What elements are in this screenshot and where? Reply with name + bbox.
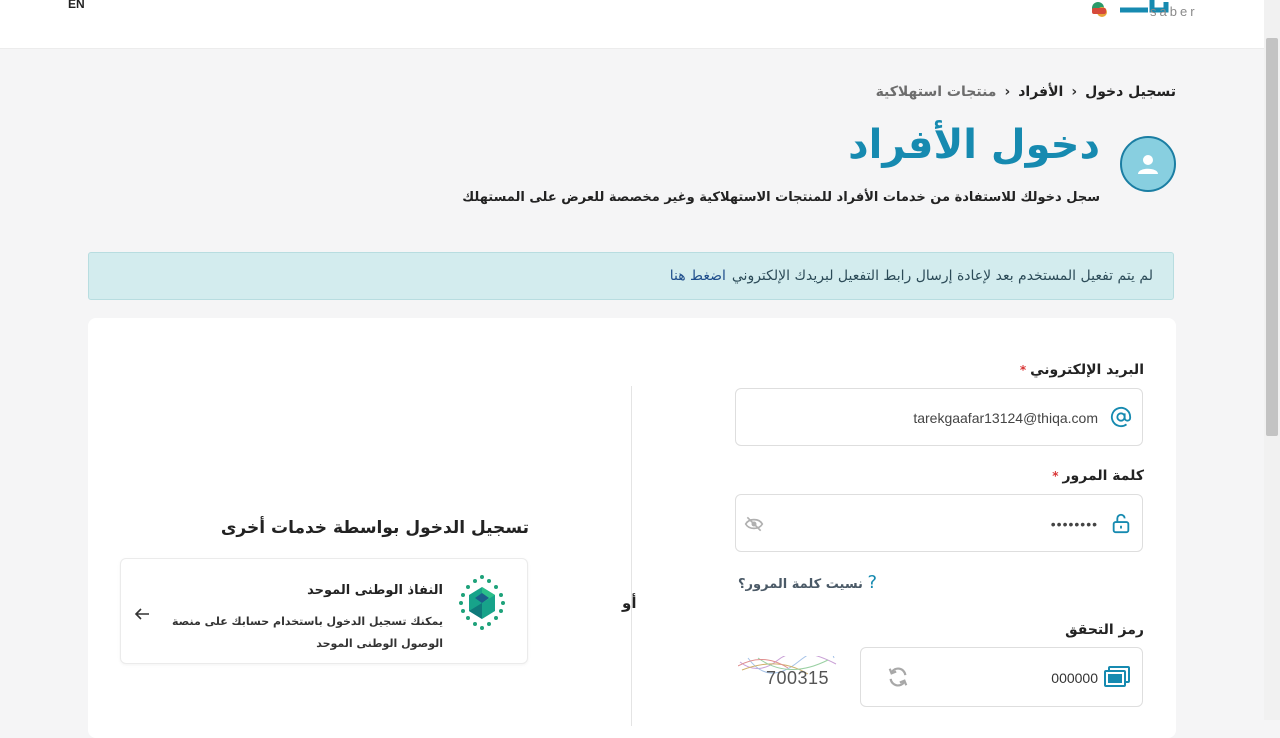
at-sign-icon	[1110, 406, 1132, 428]
breadcrumb-consumer-products: منتجات استهلاكية	[875, 84, 997, 100]
arrow-left-icon[interactable]	[133, 607, 151, 621]
captcha-input-value[interactable]: 000000	[1051, 648, 1098, 708]
breadcrumb-individuals[interactable]: الأفراد	[1018, 84, 1063, 100]
password-input-value[interactable]: ••••••••	[1051, 495, 1098, 553]
logo-text: saber	[1150, 4, 1198, 19]
forgot-password-text[interactable]: نسيت كلمة المرور؟	[738, 577, 863, 592]
captcha-input[interactable]: 000000	[860, 647, 1143, 707]
vertical-divider	[631, 386, 632, 726]
eye-slash-icon[interactable]	[744, 515, 764, 533]
password-label-text: كلمة المرور	[1062, 468, 1144, 484]
breadcrumb-login[interactable]: تسجيل دخول	[1085, 84, 1176, 100]
page-subtitle: سجل دخولك للاستفادة من خدمات الأفراد للم…	[462, 190, 1100, 205]
email-input-value[interactable]: tarekgaafar13124@thiqa.com	[913, 389, 1098, 447]
chevron-left-icon: ‹	[1004, 84, 1011, 100]
captcha-image-text: 700315	[766, 668, 830, 688]
required-mark: *	[1019, 363, 1027, 377]
nafath-description: يمكنك تسجيل الدخول باستخدام حسابك على من…	[171, 615, 443, 650]
question-icon: ?	[867, 572, 878, 593]
nafath-login-option[interactable]: النفاذ الوطنى الموحد يمكنك تسجيل الدخول …	[120, 558, 528, 664]
chevron-left-icon: ‹	[1071, 84, 1078, 100]
email-label: البريد الإلكتروني*	[1020, 362, 1144, 378]
captcha-label: رمز التحقق	[1065, 622, 1144, 638]
user-avatar-icon	[1120, 136, 1176, 192]
unlock-icon	[1112, 513, 1130, 534]
other-services-title: تسجيل الدخول بواسطة خدمات أخرى	[220, 518, 529, 538]
email-label-text: البريد الإلكتروني	[1030, 362, 1144, 378]
monitor-icon	[1104, 666, 1130, 687]
password-field[interactable]: ••••••••	[735, 494, 1143, 552]
activation-alert: لم يتم تفعيل المستخدم بعد لإعادة إرسال ر…	[88, 252, 1174, 300]
captcha-label-text: رمز التحقق	[1065, 622, 1144, 638]
language-toggle[interactable]: EN	[68, 0, 85, 11]
alert-message: لم يتم تفعيل المستخدم بعد لإعادة إرسال ر…	[731, 268, 1153, 284]
top-header: EN saber	[0, 0, 1264, 49]
email-field[interactable]: tarekgaafar13124@thiqa.com	[735, 388, 1143, 446]
or-label: أو	[622, 594, 637, 612]
password-label: كلمة المرور*	[1052, 468, 1144, 484]
breadcrumb: تسجيل دخول ‹ الأفراد ‹ منتجات استهلاكية	[876, 84, 1176, 100]
page-title: دخول الأفراد	[848, 122, 1100, 168]
resend-activation-link[interactable]: اضغط هنا	[670, 268, 726, 284]
forgot-password-link[interactable]: ? نسيت كلمة المرور؟	[738, 572, 877, 593]
scrollbar-thumb[interactable]	[1266, 38, 1278, 436]
nafath-title: النفاذ الوطنى الموحد	[307, 583, 443, 598]
required-mark: *	[1052, 469, 1059, 483]
refresh-icon[interactable]	[887, 666, 909, 688]
nafath-logo-icon	[459, 575, 505, 630]
page-scrollbar[interactable]	[1264, 0, 1280, 720]
